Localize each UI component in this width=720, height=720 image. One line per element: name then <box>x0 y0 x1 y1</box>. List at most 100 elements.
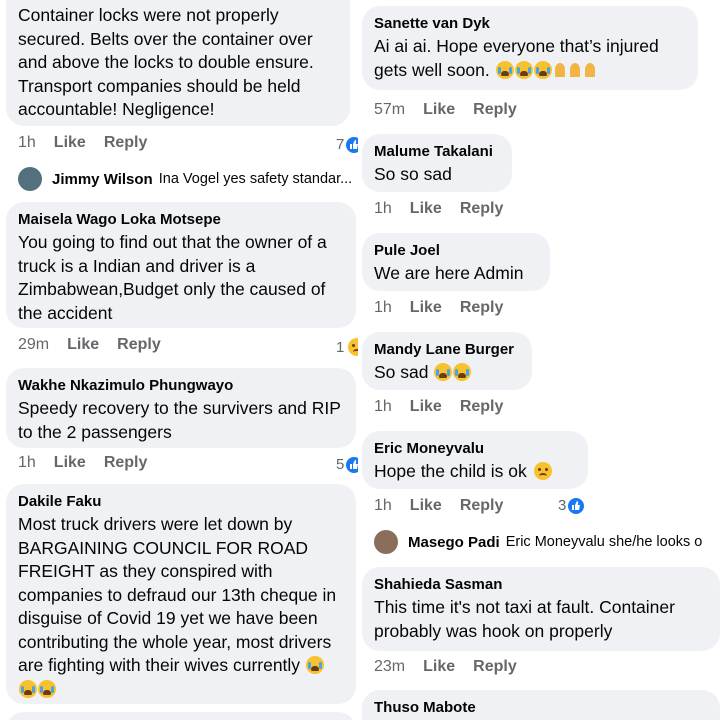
comment-text: Most truck drivers were let down by BARG… <box>18 513 344 701</box>
crying-face-icon <box>38 679 56 698</box>
comment-actions: 29m Like Reply <box>18 336 161 354</box>
praying-hands-icon <box>568 61 582 79</box>
like-button[interactable]: Like <box>423 101 455 119</box>
comment-bubble: Thuso Mabote <box>362 690 720 720</box>
reply-button[interactable]: Reply <box>460 299 504 317</box>
reaction-count[interactable]: 5 <box>336 456 358 473</box>
like-button[interactable]: Like <box>423 658 455 676</box>
like-icon <box>568 497 585 514</box>
comment-time: 1h <box>18 134 36 151</box>
like-button[interactable]: Like <box>54 454 86 472</box>
like-icon <box>346 456 358 473</box>
reply-button[interactable]: Reply <box>473 101 517 119</box>
comment-author[interactable]: Thuso Mabote <box>374 698 708 717</box>
comment-text: Container locks were not properly secure… <box>18 5 314 119</box>
comment-time: 57m <box>374 101 406 118</box>
reply-button[interactable]: Reply <box>117 336 161 354</box>
comment-author[interactable]: Mandy Lane Burger <box>374 340 520 359</box>
like-button[interactable]: Like <box>67 336 99 354</box>
comment-time: 1h <box>374 299 392 316</box>
comment-text: Ai ai ai. Hope everyone that’s injured g… <box>374 35 686 82</box>
crying-face-icon <box>453 363 472 381</box>
sad-face-icon <box>533 462 552 480</box>
like-button[interactable]: Like <box>410 299 442 317</box>
crying-face-icon <box>19 679 37 698</box>
comment-author[interactable]: Pule Joel <box>374 241 538 260</box>
comment-actions: 1h Like Reply <box>374 299 503 317</box>
comment-text: So so sad <box>374 164 452 184</box>
reply-snippet: Eric Moneyvalu she/he looks o <box>505 534 703 550</box>
comment-bubble: Pule Joel We are here Admin <box>362 233 550 291</box>
reaction-count-value: 3 <box>558 497 567 514</box>
comment-bubble: Malume Takalani So so sad <box>362 134 512 192</box>
comment-text-content: Hope the child is ok <box>374 461 527 481</box>
comment-time: 29m <box>18 336 50 353</box>
comment-author[interactable]: Dakile Faku <box>18 492 344 511</box>
comment-author[interactable]: Maisela Wago Loka Motsepe <box>18 210 344 229</box>
comment-actions: 57m Like Reply <box>374 101 517 119</box>
comments-column-right: Sanette van Dyk Ai ai ai. Hope everyone … <box>362 0 720 720</box>
comment-bubble: Container locks were not properly secure… <box>6 0 350 126</box>
comment-author[interactable]: Malume Takalani <box>374 142 500 161</box>
comment-text: You going to find out that the owner of … <box>18 232 327 323</box>
like-icon <box>346 136 358 153</box>
comment-text: Speedy recovery to the survivers and RIP… <box>18 398 341 442</box>
reaction-count-value: 5 <box>336 456 345 473</box>
crying-face-icon <box>434 363 453 381</box>
comment-author[interactable]: Shahieda Sasman <box>374 575 708 594</box>
reply-author[interactable]: Masego Padi <box>408 534 500 551</box>
reply-button[interactable]: Reply <box>104 134 148 152</box>
reply-preview[interactable]: Jimmy Wilson Ina Vogel yes safety standa… <box>18 167 358 191</box>
comment-time: 1h <box>18 454 36 471</box>
comment-bubble: Eric Moneyvalu Hope the child is ok <box>362 431 588 489</box>
comment-text: So sad <box>374 361 520 385</box>
comment-bubble <box>6 712 356 720</box>
comment-bubble: Mandy Lane Burger So sad <box>362 332 532 390</box>
comment-text-content: So sad <box>374 362 429 382</box>
reaction-count-value: 1 <box>336 338 345 356</box>
reaction-count[interactable]: 3 <box>558 497 585 514</box>
like-button[interactable]: Like <box>410 497 442 515</box>
avatar <box>374 530 398 554</box>
comment-text: We are here Admin <box>374 263 524 283</box>
comment-bubble: Sanette van Dyk Ai ai ai. Hope everyone … <box>362 6 698 90</box>
comment-author[interactable]: Eric Moneyvalu <box>374 439 576 458</box>
comment-bubble: Dakile Faku Most truck drivers were let … <box>6 484 356 704</box>
comment-time: 1h <box>374 200 392 217</box>
comment-text: Hope the child is ok <box>374 460 576 484</box>
reply-button[interactable]: Reply <box>460 497 504 515</box>
comments-column-left: Container locks were not properly secure… <box>0 0 358 720</box>
reply-author[interactable]: Jimmy Wilson <box>52 171 153 188</box>
reply-button[interactable]: Reply <box>104 454 148 472</box>
avatar <box>18 167 42 191</box>
reply-button[interactable]: Reply <box>473 658 517 676</box>
comment-bubble: Maisela Wago Loka Motsepe You going to f… <box>6 202 356 328</box>
reply-preview[interactable]: Masego Padi Eric Moneyvalu she/he looks … <box>374 530 720 554</box>
crying-face-icon <box>514 60 533 79</box>
reply-button[interactable]: Reply <box>460 200 504 218</box>
comment-time: 1h <box>374 497 392 514</box>
comment-text-content: Most truck drivers were let down by BARG… <box>18 514 337 675</box>
comment-actions: 1h Like Reply <box>18 454 147 472</box>
crying-face-icon <box>533 60 552 79</box>
crying-face-icon <box>495 60 514 79</box>
comment-author[interactable]: Sanette van Dyk <box>374 14 686 33</box>
comment-time: 1h <box>374 398 392 415</box>
comment-actions: 1h Like Reply <box>374 200 503 218</box>
comment-author[interactable]: Wakhe Nkazimulo Phungwayo <box>18 376 344 395</box>
comment-time: 23m <box>374 658 406 675</box>
comment-actions: 23m Like Reply <box>374 658 517 676</box>
comment-bubble: Shahieda Sasman This time it's not taxi … <box>362 567 720 651</box>
sad-face-icon <box>348 338 358 356</box>
comment-bubble: Wakhe Nkazimulo Phungwayo Speedy recover… <box>6 368 356 448</box>
praying-hands-icon <box>583 61 597 79</box>
reaction-count[interactable]: 1 <box>336 338 358 356</box>
like-button[interactable]: Like <box>410 398 442 416</box>
reply-snippet: Ina Vogel yes safety standar... <box>158 171 353 187</box>
comment-actions: 1h Like Reply <box>374 398 503 416</box>
like-button[interactable]: Like <box>410 200 442 218</box>
reply-button[interactable]: Reply <box>460 398 504 416</box>
reaction-count[interactable]: 7 <box>336 136 358 153</box>
like-button[interactable]: Like <box>54 134 86 152</box>
comment-actions: 1h Like Reply <box>18 134 147 152</box>
